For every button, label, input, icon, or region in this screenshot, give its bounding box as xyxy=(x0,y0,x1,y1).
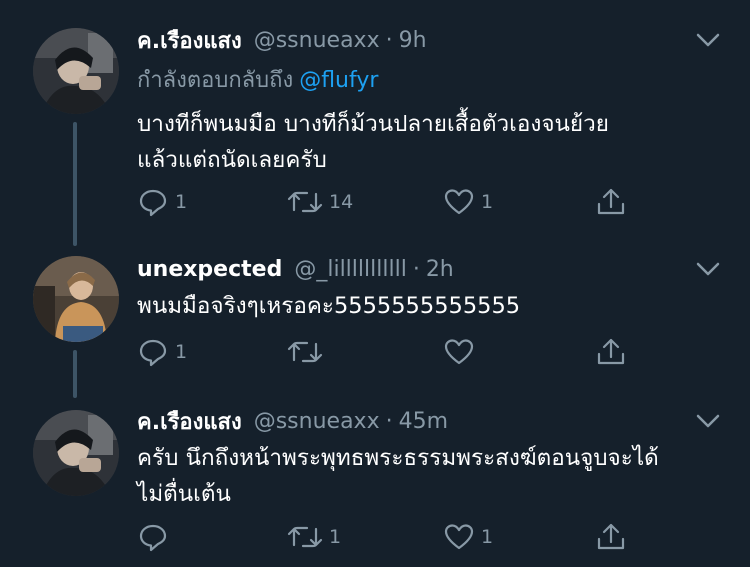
share-icon xyxy=(597,188,625,215)
timestamp[interactable]: 45m xyxy=(399,409,448,434)
avatar[interactable] xyxy=(33,410,119,496)
reply-icon xyxy=(139,189,167,217)
like-count: 1 xyxy=(481,191,494,213)
tweet-actions: 1 xyxy=(137,336,637,368)
reply-button[interactable] xyxy=(137,521,175,553)
reply-button[interactable]: 1 xyxy=(137,186,187,218)
reply-count: 1 xyxy=(175,341,188,363)
like-button[interactable] xyxy=(443,336,481,368)
retweet-icon xyxy=(287,341,323,363)
timestamp[interactable]: 2h xyxy=(426,257,454,282)
reply-button[interactable]: 1 xyxy=(137,336,187,368)
display-name[interactable]: ค.เรืองแสง xyxy=(137,23,242,58)
like-count: 1 xyxy=(481,526,494,548)
avatar[interactable] xyxy=(33,256,119,342)
timestamp[interactable]: 9h xyxy=(399,28,427,53)
share-button[interactable] xyxy=(595,186,627,218)
separator-dot: · xyxy=(412,256,420,282)
tweet-actions: 1 14 1 xyxy=(137,186,637,218)
thread-line xyxy=(73,350,77,398)
share-icon xyxy=(597,338,625,365)
thread-line xyxy=(73,122,77,246)
like-icon xyxy=(444,339,474,365)
like-button[interactable]: 1 xyxy=(443,521,493,553)
tweet-header: ค.เรืองแสง @ssnueaxx · 9h xyxy=(137,24,427,56)
retweet-icon xyxy=(287,191,323,213)
share-icon xyxy=(597,523,625,550)
username[interactable]: @_lilllllllllll xyxy=(294,257,406,282)
share-button[interactable] xyxy=(595,521,627,553)
replying-to-label: กำลังตอบกลับถึง xyxy=(137,68,294,93)
tweet-text: ครับ นึกถึงหน้าพระพุทธพระธรรมพระสงฆ์ตอนจ… xyxy=(137,445,659,507)
tweet-text: พนมมือจริงๆเหรอคะ5555555555555 xyxy=(137,293,521,319)
like-icon xyxy=(444,189,474,215)
mention-link[interactable]: @flufyr xyxy=(299,68,378,93)
like-button[interactable]: 1 xyxy=(443,186,493,218)
retweet-count: 1 xyxy=(329,526,342,548)
tweet-header: ค.เรืองแสง @ssnueaxx · 45m xyxy=(137,405,448,437)
reply-icon xyxy=(139,524,167,552)
reply-count: 1 xyxy=(175,191,188,213)
like-icon xyxy=(444,524,474,550)
chevron-down-icon[interactable] xyxy=(694,30,722,50)
avatar[interactable] xyxy=(33,28,119,114)
separator-dot: · xyxy=(385,408,393,434)
replying-to: กำลังตอบกลับถึง @flufyr xyxy=(137,62,378,97)
username[interactable]: @ssnueaxx xyxy=(254,409,380,434)
retweet-button[interactable]: 14 xyxy=(287,186,353,218)
reply-icon xyxy=(139,339,167,367)
retweet-icon xyxy=(287,526,323,548)
username[interactable]: @ssnueaxx xyxy=(254,28,380,53)
tweet-text: บางทีก็พนมมือ บางทีก็ม้วนปลายเสื้อตัวเอง… xyxy=(137,111,609,173)
display-name[interactable]: unexpected xyxy=(137,257,282,282)
chevron-down-icon[interactable] xyxy=(694,411,722,431)
display-name[interactable]: ค.เรืองแสง xyxy=(137,404,242,439)
retweet-button[interactable] xyxy=(287,336,329,368)
retweet-button[interactable]: 1 xyxy=(287,521,341,553)
retweet-count: 14 xyxy=(329,191,354,213)
tweet-actions: 1 1 xyxy=(137,521,637,553)
share-button[interactable] xyxy=(595,336,627,368)
chevron-down-icon[interactable] xyxy=(694,259,722,279)
separator-dot: · xyxy=(385,27,393,53)
tweet-header: unexpected @_lilllllllllll · 2h xyxy=(137,253,454,285)
